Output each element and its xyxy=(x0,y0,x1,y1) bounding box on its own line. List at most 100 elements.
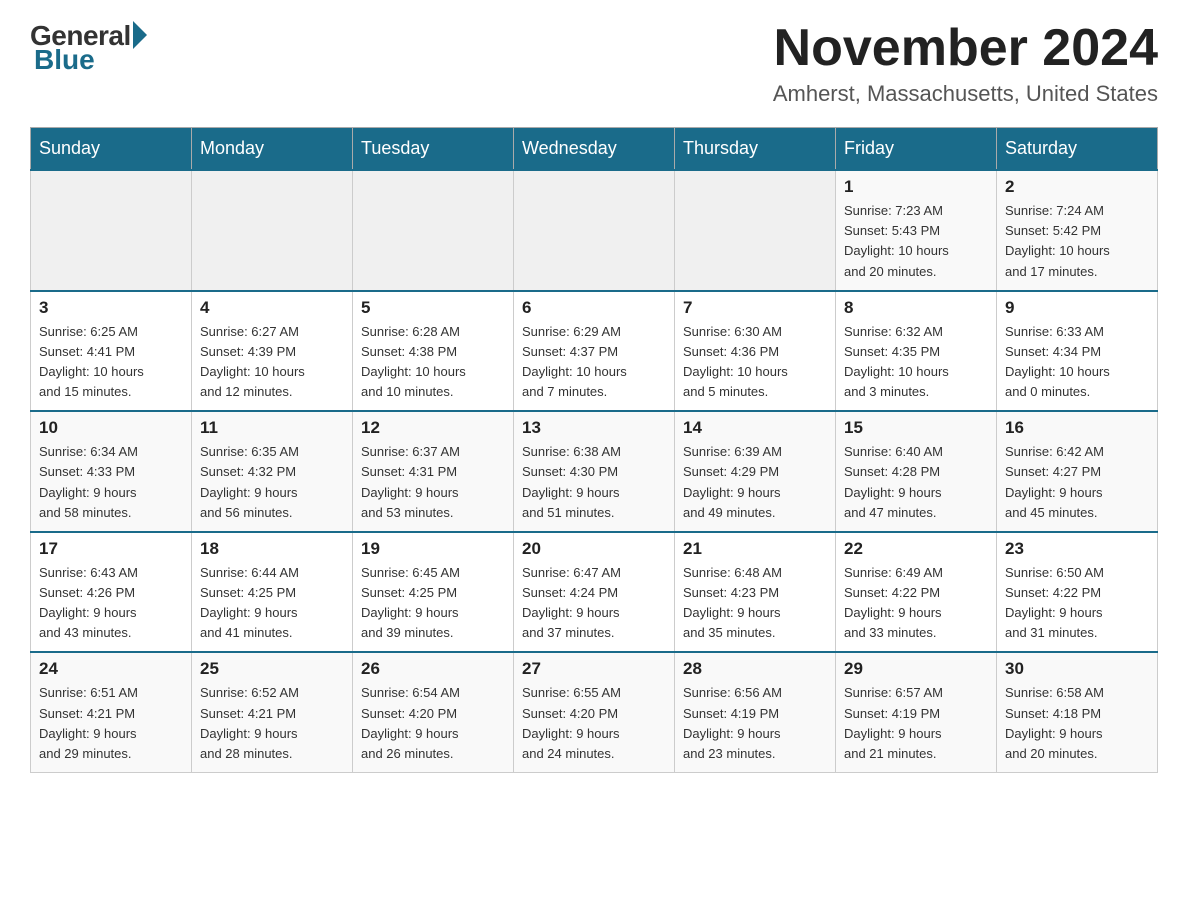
day-number: 15 xyxy=(844,418,988,438)
day-info: Sunrise: 6:44 AMSunset: 4:25 PMDaylight:… xyxy=(200,563,344,644)
day-number: 7 xyxy=(683,298,827,318)
day-number: 11 xyxy=(200,418,344,438)
day-number: 29 xyxy=(844,659,988,679)
calendar-cell: 27 Sunrise: 6:55 AMSunset: 4:20 PMDayligh… xyxy=(514,652,675,772)
day-info: Sunrise: 6:33 AMSunset: 4:34 PMDaylight:… xyxy=(1005,322,1149,403)
calendar-cell xyxy=(31,170,192,291)
day-info: Sunrise: 6:45 AMSunset: 4:25 PMDaylight:… xyxy=(361,563,505,644)
logo-blue-text: Blue xyxy=(34,44,95,76)
calendar-cell: 26Sunrise: 6:54 AMSunset: 4:20 PMDayligh… xyxy=(353,652,514,772)
day-info: Sunrise: 6:54 AMSunset: 4:20 PMDaylight:… xyxy=(361,683,505,764)
day-number: 9 xyxy=(1005,298,1149,318)
calendar-cell: 19 Sunrise: 6:45 AMSunset: 4:25 PMDayligh… xyxy=(353,532,514,653)
day-info: Sunrise: 6:27 AMSunset: 4:39 PMDaylight:… xyxy=(200,322,344,403)
calendar-cell: 22 Sunrise: 6:49 AMSunset: 4:22 PMDayligh… xyxy=(836,532,997,653)
day-info: Sunrise: 7:23 AMSunset: 5:43 PMDaylight:… xyxy=(844,201,988,282)
day-info: Sunrise: 6:48 AMSunset: 4:23 PMDaylight:… xyxy=(683,563,827,644)
calendar-cell: 4 Sunrise: 6:27 AMSunset: 4:39 PMDaylight… xyxy=(192,291,353,412)
month-title: November 2024 xyxy=(773,20,1158,77)
day-info: Sunrise: 6:51 AMSunset: 4:21 PMDaylight:… xyxy=(39,683,183,764)
day-number: 22 xyxy=(844,539,988,559)
page-header: General Blue November 2024 Amherst, Mass… xyxy=(30,20,1158,107)
day-info: Sunrise: 6:40 AMSunset: 4:28 PMDaylight:… xyxy=(844,442,988,523)
calendar-cell: 5Sunrise: 6:28 AMSunset: 4:38 PMDaylight… xyxy=(353,291,514,412)
week-row-2: 3 Sunrise: 6:25 AMSunset: 4:41 PMDaylight… xyxy=(31,291,1158,412)
day-number: 6 xyxy=(522,298,666,318)
day-number: 21 xyxy=(683,539,827,559)
day-info: Sunrise: 6:57 AMSunset: 4:19 PMDaylight:… xyxy=(844,683,988,764)
day-info: Sunrise: 6:39 AMSunset: 4:29 PMDaylight:… xyxy=(683,442,827,523)
week-row-3: 10 Sunrise: 6:34 AMSunset: 4:33 PMDayligh… xyxy=(31,411,1158,532)
calendar-cell: 8 Sunrise: 6:32 AMSunset: 4:35 PMDaylight… xyxy=(836,291,997,412)
weekday-header-monday: Monday xyxy=(192,128,353,171)
day-number: 30 xyxy=(1005,659,1149,679)
logo-triangle-icon xyxy=(133,21,147,49)
calendar-cell: 12Sunrise: 6:37 AMSunset: 4:31 PMDayligh… xyxy=(353,411,514,532)
weekday-header-sunday: Sunday xyxy=(31,128,192,171)
day-info: Sunrise: 6:32 AMSunset: 4:35 PMDaylight:… xyxy=(844,322,988,403)
calendar-cell: 21 Sunrise: 6:48 AMSunset: 4:23 PMDayligh… xyxy=(675,532,836,653)
day-info: Sunrise: 6:29 AMSunset: 4:37 PMDaylight:… xyxy=(522,322,666,403)
location-title: Amherst, Massachusetts, United States xyxy=(773,81,1158,107)
day-number: 8 xyxy=(844,298,988,318)
day-number: 4 xyxy=(200,298,344,318)
calendar-cell xyxy=(353,170,514,291)
calendar-cell xyxy=(675,170,836,291)
day-info: Sunrise: 6:55 AMSunset: 4:20 PMDaylight:… xyxy=(522,683,666,764)
day-number: 19 xyxy=(361,539,505,559)
calendar-cell: 14 Sunrise: 6:39 AMSunset: 4:29 PMDayligh… xyxy=(675,411,836,532)
weekday-header-saturday: Saturday xyxy=(997,128,1158,171)
calendar-cell: 30 Sunrise: 6:58 AMSunset: 4:18 PMDayligh… xyxy=(997,652,1158,772)
calendar-cell: 28 Sunrise: 6:56 AMSunset: 4:19 PMDayligh… xyxy=(675,652,836,772)
calendar-cell: 10 Sunrise: 6:34 AMSunset: 4:33 PMDayligh… xyxy=(31,411,192,532)
day-number: 5 xyxy=(361,298,505,318)
calendar-cell: 6 Sunrise: 6:29 AMSunset: 4:37 PMDaylight… xyxy=(514,291,675,412)
day-number: 10 xyxy=(39,418,183,438)
day-number: 12 xyxy=(361,418,505,438)
day-info: Sunrise: 6:52 AMSunset: 4:21 PMDaylight:… xyxy=(200,683,344,764)
day-info: Sunrise: 6:42 AMSunset: 4:27 PMDaylight:… xyxy=(1005,442,1149,523)
day-info: Sunrise: 6:43 AMSunset: 4:26 PMDaylight:… xyxy=(39,563,183,644)
week-row-4: 17 Sunrise: 6:43 AMSunset: 4:26 PMDayligh… xyxy=(31,532,1158,653)
day-number: 20 xyxy=(522,539,666,559)
calendar-cell: 23Sunrise: 6:50 AMSunset: 4:22 PMDayligh… xyxy=(997,532,1158,653)
title-section: November 2024 Amherst, Massachusetts, Un… xyxy=(773,20,1158,107)
day-number: 24 xyxy=(39,659,183,679)
calendar-cell: 2 Sunrise: 7:24 AMSunset: 5:42 PMDaylight… xyxy=(997,170,1158,291)
logo: General Blue xyxy=(30,20,147,76)
day-info: Sunrise: 7:24 AMSunset: 5:42 PMDaylight:… xyxy=(1005,201,1149,282)
calendar-cell: 15 Sunrise: 6:40 AMSunset: 4:28 PMDayligh… xyxy=(836,411,997,532)
calendar-cell: 18Sunrise: 6:44 AMSunset: 4:25 PMDayligh… xyxy=(192,532,353,653)
day-number: 17 xyxy=(39,539,183,559)
calendar-cell: 13Sunrise: 6:38 AMSunset: 4:30 PMDayligh… xyxy=(514,411,675,532)
day-info: Sunrise: 6:35 AMSunset: 4:32 PMDaylight:… xyxy=(200,442,344,523)
calendar-cell: 29 Sunrise: 6:57 AMSunset: 4:19 PMDayligh… xyxy=(836,652,997,772)
day-info: Sunrise: 6:49 AMSunset: 4:22 PMDaylight:… xyxy=(844,563,988,644)
day-number: 2 xyxy=(1005,177,1149,197)
weekday-header-friday: Friday xyxy=(836,128,997,171)
day-info: Sunrise: 6:56 AMSunset: 4:19 PMDaylight:… xyxy=(683,683,827,764)
calendar-cell xyxy=(192,170,353,291)
day-number: 3 xyxy=(39,298,183,318)
day-info: Sunrise: 6:25 AMSunset: 4:41 PMDaylight:… xyxy=(39,322,183,403)
week-row-5: 24 Sunrise: 6:51 AMSunset: 4:21 PMDayligh… xyxy=(31,652,1158,772)
day-number: 27 xyxy=(522,659,666,679)
day-info: Sunrise: 6:34 AMSunset: 4:33 PMDaylight:… xyxy=(39,442,183,523)
calendar-cell: 9 Sunrise: 6:33 AMSunset: 4:34 PMDaylight… xyxy=(997,291,1158,412)
calendar-cell: 11 Sunrise: 6:35 AMSunset: 4:32 PMDayligh… xyxy=(192,411,353,532)
day-number: 14 xyxy=(683,418,827,438)
day-number: 25 xyxy=(200,659,344,679)
day-number: 16 xyxy=(1005,418,1149,438)
calendar-cell: 24 Sunrise: 6:51 AMSunset: 4:21 PMDayligh… xyxy=(31,652,192,772)
day-number: 13 xyxy=(522,418,666,438)
week-row-1: 1Sunrise: 7:23 AMSunset: 5:43 PMDaylight… xyxy=(31,170,1158,291)
day-info: Sunrise: 6:50 AMSunset: 4:22 PMDaylight:… xyxy=(1005,563,1149,644)
calendar-table: SundayMondayTuesdayWednesdayThursdayFrid… xyxy=(30,127,1158,773)
weekday-header-thursday: Thursday xyxy=(675,128,836,171)
weekday-header-wednesday: Wednesday xyxy=(514,128,675,171)
calendar-cell xyxy=(514,170,675,291)
day-info: Sunrise: 6:30 AMSunset: 4:36 PMDaylight:… xyxy=(683,322,827,403)
calendar-header-row: SundayMondayTuesdayWednesdayThursdayFrid… xyxy=(31,128,1158,171)
day-number: 28 xyxy=(683,659,827,679)
day-info: Sunrise: 6:58 AMSunset: 4:18 PMDaylight:… xyxy=(1005,683,1149,764)
